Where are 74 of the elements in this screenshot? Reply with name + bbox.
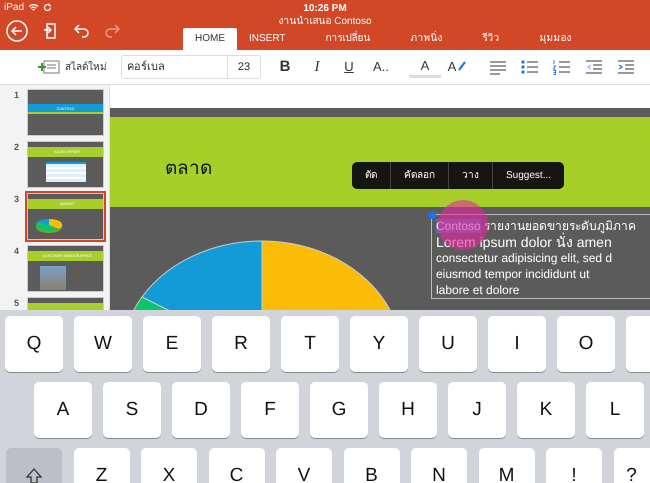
keyboard-key[interactable]: X: [141, 448, 197, 483]
new-slide-button[interactable]: สไลด์ใหม่: [38, 59, 107, 75]
underline-button[interactable]: U: [333, 53, 365, 81]
text-line: consectetur adipisicing elit, sed d: [436, 250, 612, 266]
shift-icon: [25, 467, 43, 483]
ribbon-tab[interactable]: การเปลี่ยน: [314, 28, 382, 50]
text-line: eiusmod tempor incididunt ut: [436, 266, 590, 282]
keyboard-key[interactable]: W: [74, 316, 132, 372]
slide-number: 1: [14, 89, 20, 102]
menu-item[interactable]: Suggest...: [493, 162, 564, 189]
keyboard-key[interactable]: M: [478, 448, 534, 483]
bold-button[interactable]: B: [269, 53, 301, 81]
keyboard-key[interactable]: D: [172, 382, 230, 438]
keyboard-key[interactable]: G: [310, 382, 368, 438]
menu-item[interactable]: ตัด: [352, 162, 391, 189]
text-line: Lorem ipsum dolor นั่ง amen: [436, 234, 612, 250]
highlight-button[interactable]: A: [441, 53, 473, 81]
keyboard-key[interactable]: S: [103, 382, 161, 438]
pie-chart-picture: [34, 216, 64, 234]
new-slide-icon: [38, 59, 60, 75]
keyboard-key[interactable]: U: [419, 316, 477, 372]
keyboard-key[interactable]: I: [488, 316, 546, 372]
table-picture: [46, 162, 86, 182]
keyboard-key[interactable]: Q: [5, 316, 63, 372]
keyboard-key[interactable]: B: [344, 448, 400, 483]
slide-number: 5: [14, 297, 20, 310]
ribbon-tab[interactable]: INSERT: [237, 28, 298, 50]
keyboard-key[interactable]: V: [276, 448, 332, 483]
keyboard-key[interactable]: Z: [74, 448, 130, 483]
back-icon[interactable]: [6, 20, 28, 42]
photo-placeholder: [40, 266, 66, 290]
italic-button[interactable]: I: [301, 53, 333, 81]
keyboard-key[interactable]: H: [379, 382, 437, 438]
undo-icon[interactable]: [74, 24, 90, 38]
font-options-button[interactable]: A..: [365, 53, 397, 81]
wifi-icon: [28, 2, 40, 12]
increase-indent-icon[interactable]: [616, 58, 634, 76]
keyboard-key[interactable]: C: [208, 448, 264, 483]
document-title: งานนำเสนอ Contoso: [278, 16, 372, 27]
slide-number: 2: [14, 141, 20, 154]
ribbon-tab[interactable]: รีวิว: [470, 28, 512, 50]
device-label: iPad: [4, 0, 24, 14]
selection-handle[interactable]: [428, 211, 436, 219]
ribbon-tab[interactable]: ภาพนิ่ง: [398, 28, 454, 50]
font-size-field[interactable]: 23: [228, 58, 260, 76]
keyboard-key[interactable]: !: [546, 448, 602, 483]
keyboard-key[interactable]: J: [448, 382, 506, 438]
menu-item[interactable]: คัดลอก: [391, 162, 449, 189]
keyboard-key[interactable]: O: [557, 316, 615, 372]
font-name-field[interactable]: คอร์เบล: [122, 56, 228, 78]
sync-icon: [43, 2, 52, 12]
brush-icon: [456, 61, 466, 73]
ribbon-tab[interactable]: HOME: [183, 28, 237, 50]
numbered-list-icon[interactable]: [552, 58, 570, 76]
keyboard-key[interactable]: T: [281, 316, 339, 372]
text-line: labore et dolore: [436, 282, 520, 298]
keyboard-key[interactable]: F: [241, 382, 299, 438]
keyboard-key[interactable]: K: [517, 382, 575, 438]
keyboard-key[interactable]: A: [34, 382, 92, 438]
menu-item[interactable]: วาง: [449, 162, 493, 189]
keyboard-key[interactable]: Y: [350, 316, 408, 372]
keyboard-key[interactable]: N: [411, 448, 467, 483]
keyboard-key[interactable]: R: [212, 316, 270, 372]
ribbon-tab[interactable]: มุมมอง: [528, 28, 584, 50]
slide-number: 4: [14, 245, 20, 258]
status-time: 10:26 PM: [303, 3, 347, 14]
slide-number: 3: [14, 193, 20, 206]
bullet-list-icon[interactable]: [520, 58, 538, 76]
keyboard-key[interactable]: ?: [614, 448, 650, 483]
font-color-button[interactable]: A: [409, 56, 441, 78]
keyboard-key[interactable]: E: [143, 316, 201, 372]
slide-title: ตลาด: [165, 157, 212, 181]
keyboard-key[interactable]: L: [586, 382, 644, 438]
decrease-indent-icon[interactable]: [584, 58, 602, 76]
